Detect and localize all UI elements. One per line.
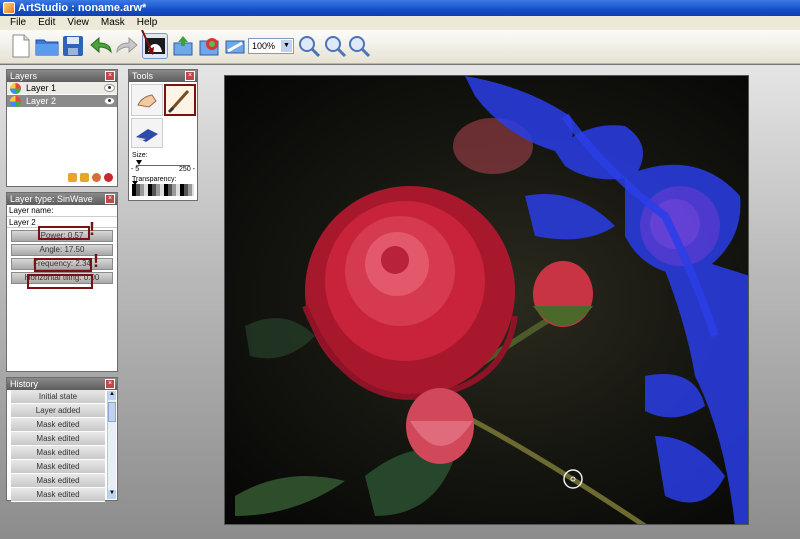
menu-bar: File Edit View Mask Help — [0, 16, 800, 30]
undo-button[interactable] — [88, 33, 114, 59]
annotation-arrow — [141, 30, 154, 55]
menu-help[interactable]: Help — [131, 16, 164, 30]
open-button[interactable] — [34, 33, 60, 59]
layer-type-panel: Layer type: SinWave × Layer name: Layer … — [6, 192, 118, 372]
zoom-in-icon — [299, 36, 321, 58]
history-item[interactable]: Initial state — [11, 390, 105, 404]
scroll-up-icon[interactable]: ▲ — [108, 391, 116, 400]
title-bar: ArtStudio : noname.arw* — [0, 0, 800, 16]
menu-mask[interactable]: Mask — [95, 16, 131, 30]
undo-icon — [90, 36, 112, 54]
zoom-out-icon — [325, 36, 347, 58]
menu-file[interactable]: File — [4, 16, 32, 30]
history-panel-header: History × — [7, 378, 117, 390]
annotation-box — [38, 226, 90, 240]
history-item[interactable]: Layer added — [11, 404, 105, 418]
size-label: Size: — [132, 152, 148, 159]
scroll-thumb[interactable] — [108, 402, 116, 422]
history-panel: History × Initial state Layer added Mask… — [6, 377, 118, 502]
layers-panel: Layers × Layer 1 Layer 2 — [6, 69, 118, 187]
slider-thumb[interactable] — [136, 160, 142, 165]
move-down-icon[interactable] — [68, 173, 77, 182]
eraser-icon — [136, 129, 158, 142]
layer-icon — [10, 83, 21, 94]
scroll-down-icon[interactable]: ▼ — [108, 490, 116, 499]
layers-panel-header: Layers × — [7, 70, 117, 82]
delete-layer-icon[interactable] — [104, 173, 113, 182]
transparency-label: Transparency: — [132, 176, 177, 183]
annotation-box — [34, 258, 92, 272]
eye-icon[interactable] — [104, 84, 115, 92]
tools-panel-title: Tools — [132, 71, 154, 81]
eye-icon[interactable] — [104, 97, 115, 105]
history-item[interactable]: Mask edited — [11, 488, 105, 502]
annotation-exclamation: ! — [93, 251, 99, 271]
layer-transform-icon — [225, 40, 245, 54]
window-title: ArtStudio : noname.arw* — [18, 2, 147, 14]
layer-effect-button[interactable] — [196, 33, 222, 59]
close-icon[interactable]: × — [105, 379, 115, 389]
close-icon[interactable]: × — [105, 194, 115, 204]
brush-tool-button[interactable] — [164, 84, 196, 116]
hand-icon — [137, 94, 157, 108]
layer-effect-icon — [199, 38, 219, 56]
tools-panel-header: Tools × — [129, 70, 197, 82]
layers-panel-title: Layers — [10, 71, 38, 81]
menu-view[interactable]: View — [61, 16, 95, 30]
history-item[interactable]: Mask edited — [11, 474, 105, 488]
folder-icon — [35, 39, 59, 56]
layer-row-1[interactable]: Layer 1 — [7, 82, 117, 95]
zoom-in-button[interactable] — [296, 33, 322, 59]
history-item[interactable]: Mask edited — [11, 432, 105, 446]
layer-name-label: Layer name: — [7, 205, 117, 217]
eraser-tool-button[interactable] — [131, 118, 163, 148]
history-item[interactable]: Mask edited — [11, 418, 105, 432]
menu-edit[interactable]: Edit — [32, 16, 61, 30]
zoom-fit-icon — [349, 36, 371, 58]
zoom-fit-button[interactable] — [346, 33, 372, 59]
move-up-icon[interactable] — [80, 173, 89, 182]
size-min: - 5 — [131, 166, 140, 173]
history-scrollbar[interactable]: ▲ ▼ — [107, 391, 116, 499]
tools-panel: Tools × Size: - 5 250 - Transparency: — [128, 69, 198, 201]
redo-icon — [116, 36, 138, 54]
history-item[interactable]: Mask edited — [11, 460, 105, 474]
history-item[interactable]: Mask edited — [11, 446, 105, 460]
hand-tool-button[interactable] — [131, 84, 163, 116]
layer-name: Layer 1 — [26, 83, 57, 93]
brush-icon — [167, 89, 190, 114]
history-list: Initial state Layer added Mask edited Ma… — [7, 390, 117, 502]
layer-transform-button[interactable] — [222, 33, 248, 59]
rose-photo — [235, 76, 748, 524]
toolbar: 100% ▼ — [0, 30, 800, 64]
app-icon — [3, 2, 15, 14]
chevron-down-icon: ▼ — [281, 40, 292, 52]
new-file-icon — [12, 34, 30, 58]
layer-row-2[interactable]: Layer 2 — [7, 95, 117, 108]
slider-thumb[interactable] — [132, 181, 138, 185]
layer-actions — [68, 173, 113, 182]
zoom-select[interactable]: 100% ▼ — [248, 38, 294, 54]
close-icon[interactable]: × — [185, 71, 195, 81]
history-panel-title: History — [10, 379, 39, 389]
save-button[interactable] — [60, 33, 86, 59]
layer-icon — [10, 96, 21, 107]
zoom-out-button[interactable] — [322, 33, 348, 59]
close-icon[interactable]: × — [105, 71, 115, 81]
zoom-value: 100% — [252, 41, 276, 51]
add-layer-icon[interactable] — [92, 173, 101, 182]
annotation-box — [27, 274, 93, 289]
size-max: 250 - — [179, 166, 195, 173]
transparency-slider[interactable] — [132, 181, 194, 196]
new-file-button[interactable] — [8, 33, 34, 59]
annotation-exclamation: ! — [89, 219, 95, 239]
redo-button[interactable] — [114, 33, 140, 59]
layer-add-icon — [173, 36, 193, 56]
layer-type-panel-title: Layer type: SinWave — [10, 194, 93, 204]
image-canvas[interactable] — [224, 75, 749, 525]
layer-name: Layer 2 — [26, 96, 57, 106]
layer-add-button[interactable] — [170, 33, 196, 59]
layer-type-panel-header: Layer type: SinWave × — [7, 193, 117, 205]
save-icon — [63, 36, 83, 56]
